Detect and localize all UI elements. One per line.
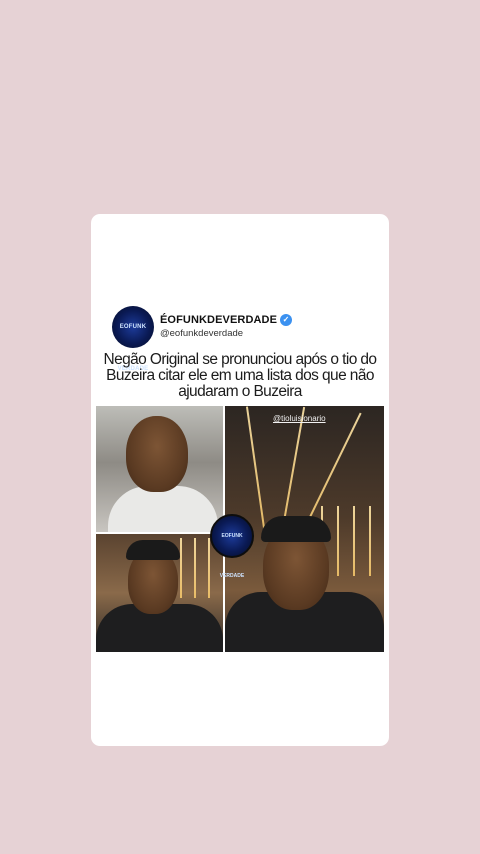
channel-logo-icon: EOFUNK VERDADE [210,514,254,579]
avatar[interactable]: EOFUNK VERDADE [112,306,154,372]
post-headline: Negão Original se pronunciou após o tio … [103,351,378,400]
video-frame-portrait [96,534,223,652]
account-name[interactable]: ÉOFUNKDEVERDADE [160,314,277,326]
verified-badge-icon: ✓ [280,314,293,326]
video-tag[interactable]: @tioluisionario [273,414,326,423]
account-handle[interactable]: @eofunkdeverdade [160,328,243,339]
post-header: EOFUNK VERDADE ÉOFUNKDEVERDADE ✓ @eofunk… [112,306,372,372]
account-name-row: ÉOFUNKDEVERDADE ✓ [160,314,293,326]
video-frame-car [96,406,223,532]
post-card: EOFUNK VERDADE ÉOFUNKDEVERDADE ✓ @eofunk… [91,214,389,746]
media-collage[interactable]: @tioluisionario EOFUNK VERDADE [96,406,384,652]
